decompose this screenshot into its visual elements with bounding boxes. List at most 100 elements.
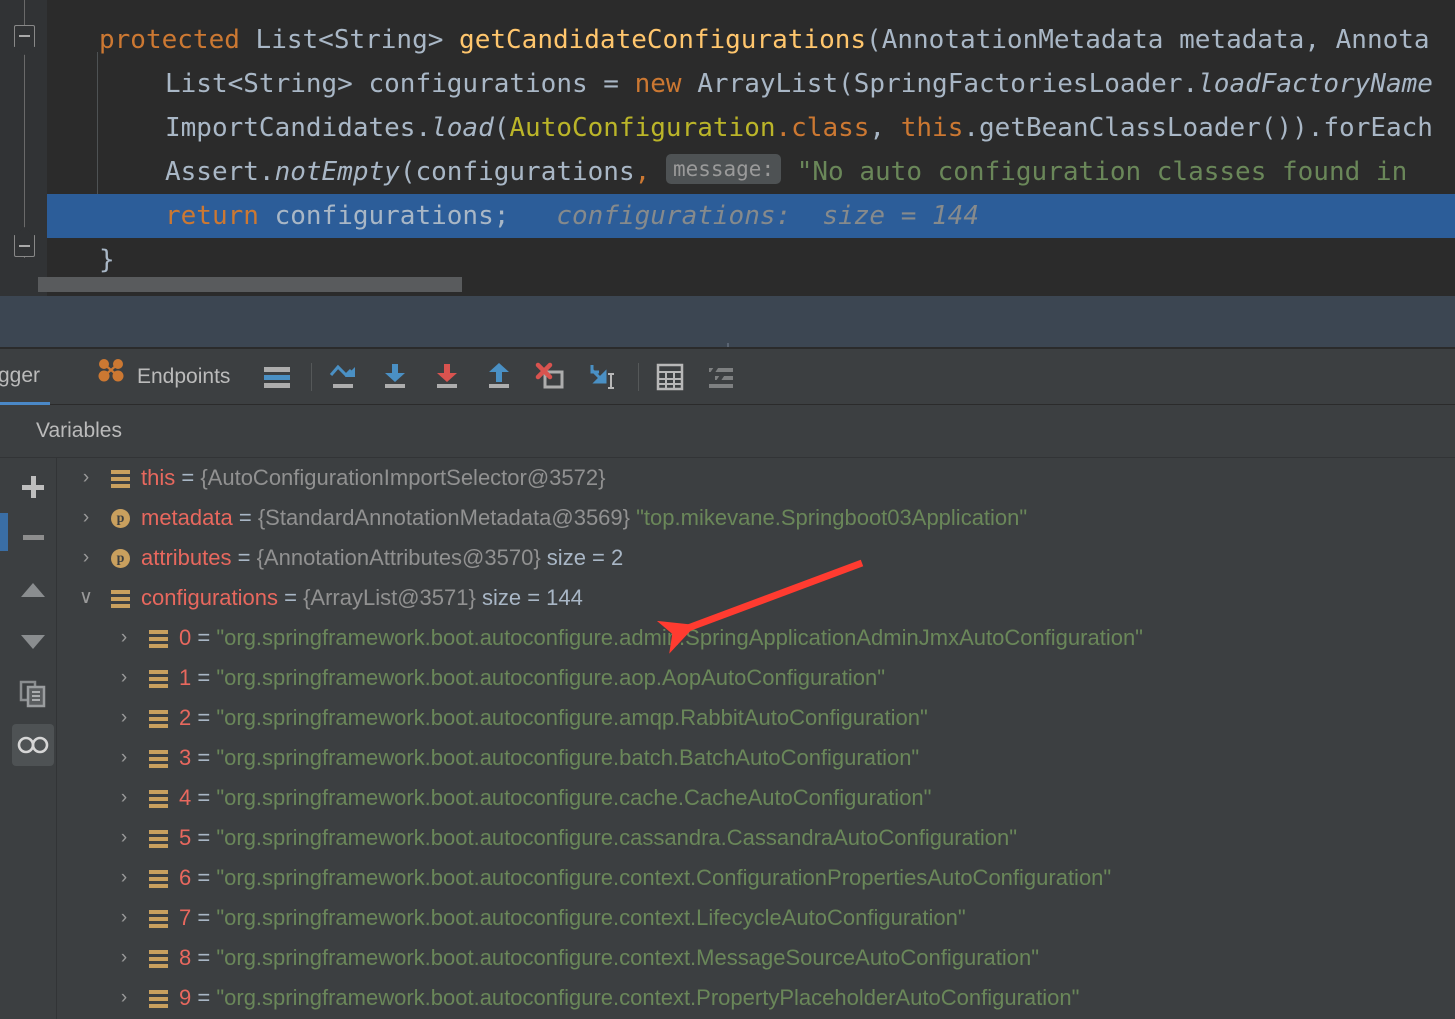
step-over-icon[interactable] [325, 359, 361, 395]
code-token: ArrayList(SpringFactoriesLoader. [697, 69, 1199, 99]
step-out-icon[interactable] [481, 359, 517, 395]
variable-row[interactable]: › 7 = "org.springframework.boot.autoconfi… [57, 898, 1455, 938]
idea-debugger-screen: protected List<String> getCandidateConfi… [0, 0, 1455, 1019]
field-icon [149, 669, 168, 688]
panel-divider[interactable] [0, 296, 1455, 348]
parameter-icon: p [111, 549, 130, 568]
variable-row[interactable]: › 5 = "org.springframework.boot.autoconfi… [57, 818, 1455, 858]
variables-minimap [0, 458, 8, 1019]
variable-text: 8 = "org.springframework.boot.autoconfig… [179, 938, 1039, 978]
chevron-right-icon[interactable]: › [75, 538, 97, 578]
variable-equals: = [191, 705, 217, 730]
force-step-into-icon[interactable] [429, 359, 465, 395]
show-execution-point-icon[interactable] [259, 359, 295, 395]
toolbar-separator-1 [311, 363, 312, 391]
variable-equals: = [191, 625, 217, 650]
variable-type: {AutoConfigurationImportSelector@3572} [200, 465, 606, 490]
settings-filter-icon[interactable] [704, 359, 740, 395]
chevron-right-icon[interactable]: › [113, 778, 135, 818]
variable-row[interactable]: › 8 = "org.springframework.boot.autoconfi… [57, 938, 1455, 978]
variable-type: {ArrayList@3571} [303, 585, 476, 610]
editor-gutter[interactable] [0, 0, 47, 300]
add-watch-button[interactable] [12, 466, 54, 508]
variable-string-value: "org.springframework.boot.autoconfigure.… [216, 745, 920, 770]
copy-value-button[interactable] [12, 673, 54, 715]
drop-frame-icon[interactable] [533, 359, 569, 395]
fold-marker-top-icon[interactable] [14, 25, 35, 55]
code-token: getCandidateConfigurations [459, 25, 867, 55]
chevron-right-icon[interactable]: › [113, 658, 135, 698]
variable-row[interactable]: ∨ configurations = {ArrayList@3571} size … [57, 578, 1455, 618]
field-icon [111, 469, 130, 488]
code-token: ( [493, 113, 510, 143]
code-token: } [99, 245, 115, 275]
variable-row[interactable]: › 6 = "org.springframework.boot.autoconfi… [57, 858, 1455, 898]
code-editor[interactable]: protected List<String> getCandidateConfi… [0, 0, 1455, 300]
field-icon [149, 829, 168, 848]
remove-watch-button[interactable] [12, 516, 54, 558]
line-signature[interactable]: protected List<String> getCandidateConfi… [47, 18, 1455, 62]
chevron-right-icon[interactable]: › [113, 898, 135, 938]
variable-row[interactable]: › p metadata = {StandardAnnotationMetadata… [57, 498, 1455, 538]
code-token: loadFactoryName [1198, 69, 1433, 99]
variable-name: 0 [179, 625, 192, 650]
variable-equals: = [277, 585, 304, 610]
variable-equals: = [191, 945, 217, 970]
variable-name: configurations [141, 585, 278, 610]
code-text-area[interactable]: protected List<String> getCandidateConfi… [47, 0, 1455, 280]
fold-marker-bottom-icon[interactable] [14, 227, 35, 257]
variable-row[interactable]: › 3 = "org.springframework.boot.autoconfi… [57, 738, 1455, 778]
variables-tree[interactable]: › this = {AutoConfigurationImportSelector… [57, 458, 1455, 1019]
variable-row[interactable]: › 0 = "org.springframework.boot.autoconfi… [57, 618, 1455, 658]
chevron-right-icon[interactable]: › [113, 818, 135, 858]
code-token: .getBeanClassLoader()).forEach [963, 113, 1433, 143]
variable-row[interactable]: › p attributes = {AnnotationAttributes@357… [57, 538, 1455, 578]
variable-equals: = [231, 545, 257, 570]
chevron-right-icon[interactable]: › [75, 458, 97, 498]
endpoints-icon [98, 350, 126, 404]
line-assert[interactable]: Assert.notEmpty(configurations, message:… [47, 150, 1455, 194]
chevron-right-icon[interactable]: › [75, 498, 97, 538]
step-into-icon[interactable] [377, 359, 413, 395]
code-token: "No auto configuration classes found in [796, 157, 1423, 187]
line-import-candidates[interactable]: ImportCandidates.load(AutoConfiguration.… [47, 106, 1455, 150]
chevron-right-icon[interactable]: › [113, 858, 135, 898]
editor-hscrollbar-thumb[interactable] [38, 277, 462, 292]
run-to-cursor-icon[interactable] [585, 359, 621, 395]
move-down-button[interactable] [12, 621, 54, 663]
inspect-watches-button[interactable] [12, 724, 54, 766]
line-return[interactable]: return configurations; configurations: s… [47, 194, 1455, 238]
variable-text: metadata = {StandardAnnotationMetadata@3… [141, 498, 1027, 538]
chevron-right-icon[interactable]: › [113, 938, 135, 978]
variable-size: size = 2 [540, 545, 624, 570]
variable-string-value: "org.springframework.boot.autoconfigure.… [216, 705, 928, 730]
tab-active-underline [0, 402, 51, 405]
variable-equals: = [191, 865, 217, 890]
chevron-right-icon[interactable]: › [113, 738, 135, 778]
variable-equals: = [191, 825, 217, 850]
move-up-button[interactable] [12, 569, 54, 611]
code-token: .class [775, 113, 870, 143]
variable-row[interactable]: › 1 = "org.springframework.boot.autoconfi… [57, 658, 1455, 698]
chevron-right-icon[interactable]: › [113, 618, 135, 658]
variable-text: this = {AutoConfigurationImportSelector@… [141, 458, 605, 498]
variable-string-value: "top.mikevane.Springboot03Application" [630, 505, 1028, 530]
variables-side-toolbar [8, 458, 56, 1019]
variable-equals: = [191, 985, 217, 1010]
field-icon [149, 749, 168, 768]
chevron-down-icon[interactable]: ∨ [75, 578, 97, 618]
variable-row[interactable]: › this = {AutoConfigurationImportSelector… [57, 458, 1455, 498]
tab-endpoints[interactable]: Endpoints [88, 349, 240, 405]
variable-row[interactable]: › 9 = "org.springframework.boot.autoconfi… [57, 978, 1455, 1018]
variable-row[interactable]: › 4 = "org.springframework.boot.autoconfi… [57, 778, 1455, 818]
variable-row[interactable]: › 2 = "org.springframework.boot.autoconfi… [57, 698, 1455, 738]
tab-debugger[interactable]: gger [0, 349, 51, 405]
code-token: (configurations [399, 157, 635, 187]
chevron-right-icon[interactable]: › [113, 978, 135, 1018]
line-configurations-decl[interactable]: List<String> configurations = new ArrayL… [47, 62, 1455, 106]
evaluate-expression-icon[interactable] [652, 359, 688, 395]
chevron-right-icon[interactable]: › [113, 698, 135, 738]
variable-equals: = [175, 465, 201, 490]
